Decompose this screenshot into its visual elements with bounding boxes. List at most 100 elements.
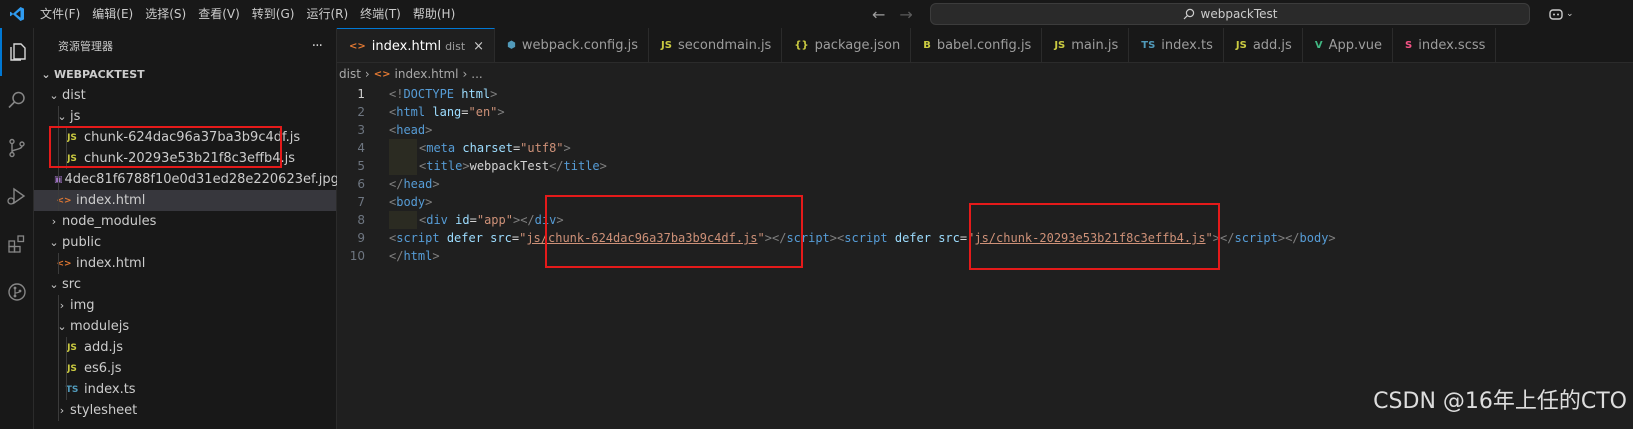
folder-item[interactable]: ⌄ js — [34, 106, 336, 127]
menu-file[interactable]: 文件(F) — [34, 3, 86, 25]
extensions-icon[interactable] — [0, 220, 34, 268]
more-actions-icon[interactable]: ··· — [312, 38, 323, 54]
folder-item[interactable]: › node_modules — [34, 211, 336, 232]
folder-item[interactable]: ⌄ modulejs — [34, 316, 336, 337]
menu-edit[interactable]: 编辑(E) — [86, 3, 139, 25]
tab-package-json[interactable]: {} package.json — [782, 28, 912, 62]
tab-label: index.html — [371, 38, 442, 54]
source-control-icon[interactable] — [0, 124, 34, 172]
breadcrumb-more[interactable]: ... — [471, 67, 482, 81]
forward-arrow-icon[interactable]: → — [899, 5, 912, 24]
tab-label: package.json — [814, 38, 901, 53]
title-bar: 文件(F) 编辑(E) 选择(S) 查看(V) 转到(G) 运行(R) 终端(T… — [0, 0, 1633, 28]
folder-item[interactable]: ⌄ dist — [34, 85, 336, 106]
tab-app-vue[interactable]: V App.vue — [1303, 28, 1394, 62]
tab-label: webpack.config.js — [521, 38, 639, 53]
tab-main-js[interactable]: JS main.js — [1042, 28, 1130, 62]
search-icon — [1183, 8, 1194, 20]
tab-index-scss[interactable]: Sindex.scss — [1393, 28, 1497, 62]
indent-guide — [389, 157, 417, 175]
folder-item[interactable]: ⌄ public — [34, 232, 336, 253]
chevron-down-icon: ⌄ — [49, 89, 59, 102]
chevron-right-icon: › — [364, 67, 370, 81]
menu-help[interactable]: 帮助(H) — [407, 3, 461, 25]
back-arrow-icon[interactable]: ← — [872, 5, 885, 24]
html-file-icon: <> — [56, 195, 72, 206]
highlight-box-script-src-1 — [545, 195, 803, 268]
line-number: 10 — [349, 249, 365, 263]
tab-index-html[interactable]: <> index.html dist × — [337, 28, 496, 62]
folder-item[interactable]: › img — [34, 295, 336, 316]
chevron-down-icon: ⌄ — [49, 278, 59, 291]
babel-file-icon: B — [923, 40, 931, 51]
tree-item-label: modulejs — [70, 319, 130, 334]
menu-run[interactable]: 运行(R) — [300, 3, 354, 25]
tab-label: index.ts — [1161, 38, 1213, 53]
code-line-6: </head> — [389, 177, 440, 191]
editor-tabs: <> index.html dist × ⬢ webpack.config.js JS sec… — [337, 28, 1633, 63]
line-number: 8 — [357, 213, 365, 227]
file-item[interactable]: <> index.html — [34, 190, 336, 211]
file-item[interactable]: JS es6.js — [34, 358, 336, 379]
breadcrumb-folder[interactable]: dist — [339, 67, 361, 81]
indent-guide — [389, 139, 417, 157]
tree-item-label: img — [70, 298, 95, 313]
explorer-icon[interactable] — [0, 28, 34, 76]
file-item[interactable]: ▣4dec81f6788f10e0d31ed28e220623ef.jpg — [34, 169, 339, 190]
tab-secondmain-js[interactable]: JS secondmain.js — [649, 28, 783, 62]
js-file-icon: JS — [1235, 40, 1247, 51]
menu-terminal[interactable]: 终端(T) — [354, 3, 407, 25]
tree-indent-guide — [58, 358, 59, 379]
file-item[interactable]: TS index.ts — [34, 379, 336, 400]
chevron-down-icon: ⌄ — [57, 320, 67, 333]
workspace-root[interactable]: ⌄ WEBPACKTEST — [34, 64, 336, 85]
tree-item-label: stylesheet — [70, 403, 138, 418]
command-center-search[interactable]: webpackTest — [930, 3, 1530, 25]
tree-indent-guide — [58, 106, 59, 127]
activity-bar — [0, 28, 34, 429]
tree-item-label: index.ts — [84, 382, 136, 397]
line-number: 1 — [357, 87, 365, 101]
html-file-icon: <> — [373, 68, 391, 80]
search-icon[interactable] — [0, 76, 34, 124]
tree-item-label: index.html — [76, 193, 146, 208]
copilot-button[interactable]: ⌄ — [1548, 4, 1574, 24]
line-number: 5 — [357, 159, 365, 173]
git-graph-icon[interactable] — [0, 268, 34, 316]
vue-file-icon: V — [1314, 40, 1323, 51]
file-item[interactable]: <> index.html — [34, 253, 336, 274]
code-line-4: <meta charset="utf8"> — [419, 141, 571, 155]
tree-indent-guide — [58, 400, 59, 421]
menu-view[interactable]: 查看(V) — [192, 3, 246, 25]
html-file-icon: <> — [56, 258, 72, 269]
chevron-down-icon: ⌄ — [41, 68, 51, 81]
menu-go[interactable]: 转到(G) — [246, 3, 301, 25]
tree-indent-guide — [58, 337, 59, 358]
folder-item[interactable]: ⌄ src — [34, 274, 336, 295]
html-file-icon: <> — [349, 40, 366, 52]
tab-add-js[interactable]: JS add.js — [1224, 28, 1303, 62]
tab-label: main.js — [1071, 38, 1119, 53]
close-icon[interactable]: × — [473, 39, 484, 54]
breadcrumb-file[interactable]: index.html — [395, 67, 459, 81]
tree-indent-guide — [66, 337, 67, 358]
chevron-down-icon: ⌄ — [49, 236, 59, 249]
folder-item[interactable]: › stylesheet — [34, 400, 336, 421]
tree-item-label: js — [70, 109, 81, 124]
chevron-down-icon: ⌄ — [1566, 9, 1574, 19]
menu-bar: 文件(F) 编辑(E) 选择(S) 查看(V) 转到(G) 运行(R) 终端(T… — [34, 0, 461, 28]
menu-selection[interactable]: 选择(S) — [139, 3, 192, 25]
json-file-icon: {} — [794, 40, 809, 51]
code-line-10: </html> — [389, 249, 440, 263]
tab-babel-config-js[interactable]: Bbabel.config.js — [911, 28, 1043, 62]
tree-item-label: es6.js — [84, 361, 122, 376]
explorer-title: 资源管理器 — [58, 40, 113, 53]
tab-label: App.vue — [1328, 38, 1383, 53]
tab-webpack-config-js[interactable]: ⬢ webpack.config.js — [495, 28, 650, 62]
breadcrumb: dist › <> index.html › ... — [337, 63, 483, 85]
search-text: webpackTest — [1200, 7, 1278, 21]
file-item[interactable]: JS add.js — [34, 337, 336, 358]
run-debug-icon[interactable] — [0, 172, 34, 220]
tree-indent-guide — [58, 379, 59, 400]
tab-index-ts[interactable]: TS index.ts — [1129, 28, 1224, 62]
